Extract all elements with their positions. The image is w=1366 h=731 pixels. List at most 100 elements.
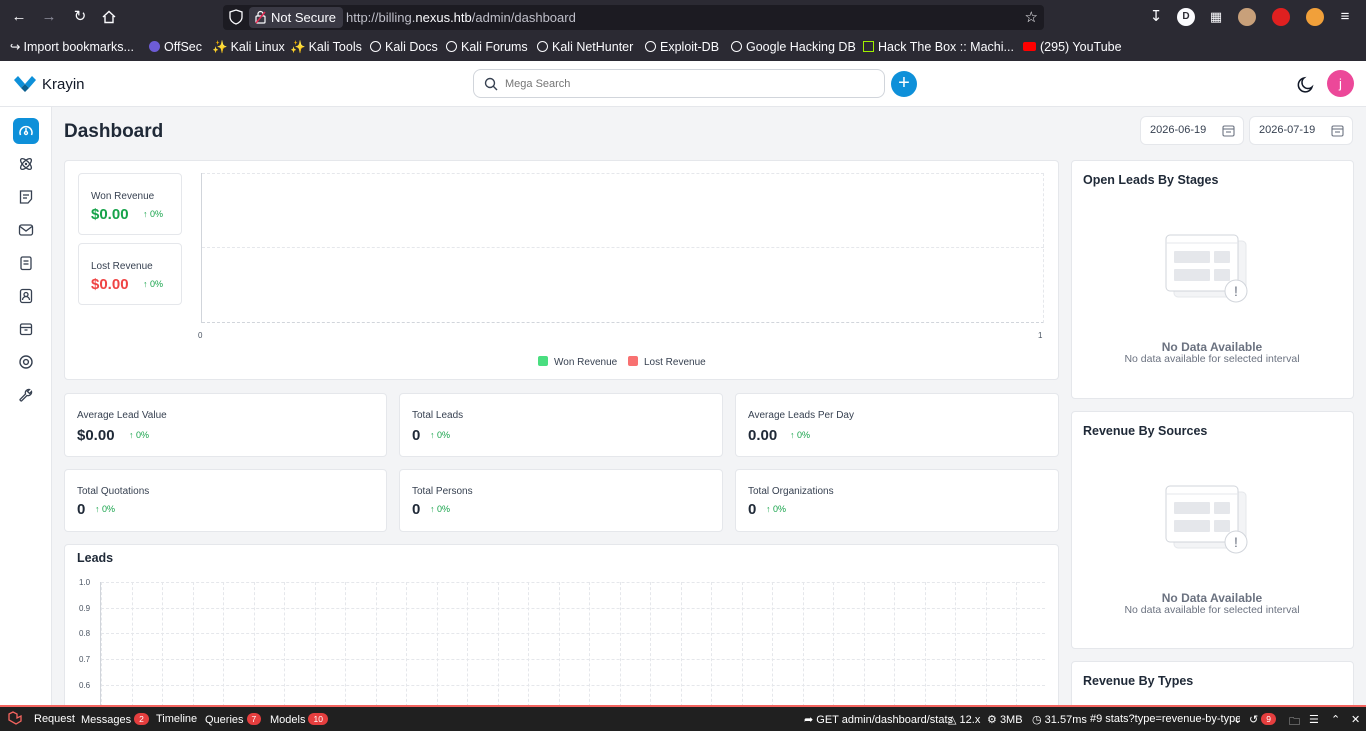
debug-tab-queries[interactable]: Queries 7	[205, 713, 262, 726]
url-text[interactable]: http://billing.nexus.htb/admin/dashboard	[346, 5, 576, 30]
stat-value: 0	[412, 501, 421, 518]
extensions-puzzle-icon[interactable]: ▦	[1205, 6, 1227, 28]
bookmark-youtube[interactable]: (295) YouTube	[1023, 39, 1122, 55]
bookmark-exploit-db[interactable]: Exploit-DB	[645, 39, 719, 55]
sidebar-item-quotes[interactable]	[13, 184, 39, 210]
stat-change: ↑ 0%	[430, 430, 451, 440]
chevron-up-icon[interactable]: ⌃	[1331, 713, 1340, 726]
sidebar-item-contacts[interactable]	[13, 283, 39, 309]
sidebar-item-configuration[interactable]	[13, 382, 39, 408]
arrow-up-icon: ↑	[790, 430, 795, 440]
sidebar-item-products[interactable]	[13, 316, 39, 342]
sidebar-item-mail[interactable]	[13, 217, 39, 243]
bookmark-kali-docs[interactable]: Kali Docs	[370, 39, 438, 55]
empty-state-illustration-icon: !	[1165, 485, 1248, 554]
arrow-up-icon: ↑	[143, 279, 148, 289]
bookmark-google-hacking-db[interactable]: Google Hacking DB	[731, 39, 856, 55]
chart-gridline	[101, 582, 1045, 583]
sidebar-item-activities[interactable]	[13, 250, 39, 276]
legend-won-revenue[interactable]: Won Revenue	[538, 356, 617, 368]
sidebar-item-leads[interactable]	[13, 151, 39, 177]
bookmark-import[interactable]: ↪ Import bookmarks...	[10, 39, 134, 55]
back-arrow-icon[interactable]: ←	[8, 6, 30, 28]
bookmark-hack-the-box[interactable]: Hack The Box :: Machi...	[863, 39, 1014, 55]
bookmark-star-icon[interactable]: ☆	[1025, 6, 1038, 29]
page-title: Dashboard	[64, 121, 164, 142]
stat-card-total-organizations: Total Organizations 0 ↑ 0%	[735, 469, 1059, 532]
sidebar-item-dashboard[interactable]	[13, 118, 39, 144]
date-from-input[interactable]: 2026-06-19	[1140, 116, 1244, 145]
not-secure-indicator[interactable]: Not Secure	[249, 7, 344, 28]
debug-time: ◷ 31.57ms	[1032, 714, 1087, 726]
chart-gridline	[162, 582, 163, 705]
mega-search-input[interactable]	[505, 75, 865, 93]
chart-gridline	[528, 582, 529, 705]
chart-gridline	[192, 582, 194, 705]
insecure-lock-icon	[255, 10, 266, 24]
bookmark-kali-linux[interactable]: ✨ Kali Linux	[212, 39, 285, 55]
downloads-icon[interactable]: ↧	[1145, 6, 1167, 28]
chart-gridline	[1043, 173, 1044, 323]
debug-tab-timeline[interactable]: Timeline	[156, 713, 197, 725]
stat-label: Total Persons	[412, 486, 473, 497]
mega-search[interactable]	[473, 69, 885, 98]
user-avatar[interactable]: j	[1327, 70, 1354, 97]
debug-tab-messages[interactable]: Messages 2	[81, 713, 149, 726]
bookmark-kali-nethunter[interactable]: Kali NetHunter	[537, 39, 633, 55]
forward-arrow-icon[interactable]: →	[38, 6, 60, 28]
dark-mode-moon-icon[interactable]	[1297, 76, 1315, 94]
y-tick-label: 0.8	[79, 629, 91, 638]
app-header: Krayin + j	[0, 61, 1366, 107]
chart-gridline	[772, 582, 773, 705]
home-icon[interactable]	[98, 6, 120, 28]
y-tick-label: 0.9	[79, 604, 91, 613]
close-icon[interactable]: ✕	[1351, 713, 1360, 726]
calendar-icon	[1331, 125, 1344, 137]
dashboard-gauge-icon	[19, 125, 33, 136]
chart-gridline	[284, 582, 285, 705]
chevron-down-icon[interactable]: ⌄	[1233, 713, 1242, 726]
chart-gridline	[406, 582, 407, 705]
sidebar-item-settings[interactable]	[13, 349, 39, 375]
settings-sliders-icon[interactable]: ☰	[1309, 713, 1319, 726]
laravel-logo-icon[interactable]	[8, 711, 22, 728]
folder-open-icon[interactable]: 🗀	[1289, 713, 1300, 731]
chart-gridline	[202, 247, 1044, 248]
card-title: Revenue By Types	[1083, 674, 1194, 688]
debug-tab-models[interactable]: Models 10	[270, 713, 328, 726]
bookmark-kali-forums[interactable]: Kali Forums	[446, 39, 528, 55]
tracking-shield-icon[interactable]	[229, 9, 243, 25]
globe-icon	[731, 41, 742, 52]
chart-gridline	[223, 582, 224, 705]
date-to-input[interactable]: 2026-07-19	[1249, 116, 1353, 145]
debug-request-select[interactable]: #9 stats?type=revenue-by-types	[1090, 713, 1240, 725]
stat-card-total-persons: Total Persons 0 ↑ 0%	[399, 469, 723, 532]
revenue-chart-plot	[201, 173, 1044, 323]
chart-gridline	[314, 582, 316, 705]
chart-gridline	[253, 582, 255, 705]
bookmark-kali-tools[interactable]: ✨ Kali Tools	[290, 39, 362, 55]
bookmark-offsec[interactable]: OffSec	[149, 39, 202, 55]
no-data-subtitle: No data available for selected interval	[1124, 604, 1300, 616]
chart-gridline	[833, 582, 834, 705]
settings-gear-icon	[19, 355, 33, 369]
extension-wappalyzer-icon[interactable]	[1306, 8, 1324, 26]
card-title: Open Leads By Stages	[1083, 173, 1219, 187]
legend-swatch-green	[538, 356, 548, 366]
stat-value: 0	[77, 501, 86, 518]
reload-icon[interactable]: ↻	[69, 6, 91, 28]
won-revenue-box: Won Revenue $0.00 ↑ 0%	[78, 173, 182, 235]
y-tick-label: 0.7	[79, 655, 91, 664]
debug-history[interactable]: ↺ 9	[1249, 713, 1276, 726]
debug-tab-request[interactable]: Request	[34, 713, 75, 725]
chart-gridline	[345, 582, 346, 705]
chart-gridline	[711, 582, 712, 705]
menu-hamburger-icon[interactable]: ≡	[1334, 6, 1356, 28]
extension-d-icon[interactable]: D	[1177, 8, 1195, 26]
quick-create-button[interactable]: +	[891, 71, 917, 97]
extension-hand-icon[interactable]	[1272, 8, 1290, 26]
address-bar[interactable]: Not Secure http://billing.nexus.htb/admi…	[223, 5, 1044, 30]
chart-gridline	[619, 582, 621, 705]
legend-lost-revenue[interactable]: Lost Revenue	[628, 356, 706, 368]
extension-mascot-icon[interactable]	[1238, 8, 1256, 26]
